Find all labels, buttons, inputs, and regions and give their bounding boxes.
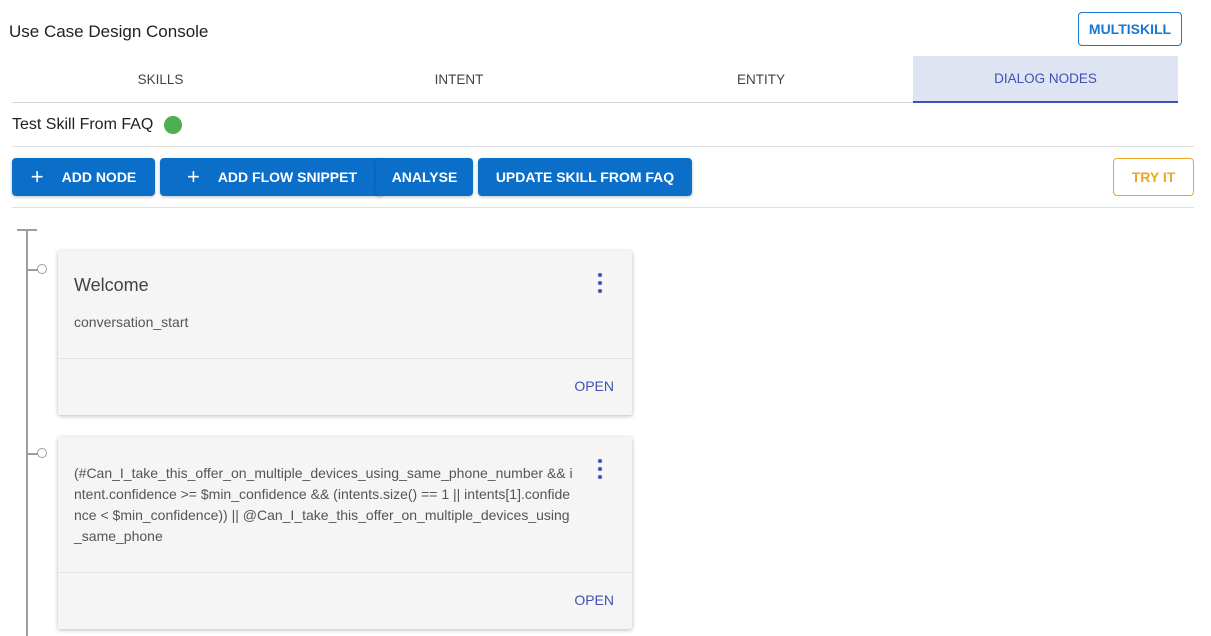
- page-title: Use Case Design Console: [9, 22, 209, 41]
- plus-icon: +: [30, 164, 44, 189]
- analyse-button[interactable]: ANALYSE: [376, 158, 473, 196]
- open-button[interactable]: OPEN: [574, 378, 614, 394]
- card-body: (#Can_I_take_this_offer_on_multiple_devi…: [58, 437, 632, 573]
- tab-entity[interactable]: ENTITY: [609, 56, 913, 103]
- multiskill-button[interactable]: MULTISKILL: [1078, 12, 1182, 46]
- card-body: Welcome conversation_start: [58, 251, 632, 359]
- update-skill-from-faq-button[interactable]: UPDATE SKILL FROM FAQ: [478, 158, 692, 196]
- status-dot-icon: [164, 116, 183, 134]
- node-condition: conversation_start: [74, 314, 189, 330]
- add-flow-snippet-button[interactable]: + ADD FLOW SNIPPET: [160, 158, 384, 196]
- tab-dialog-nodes[interactable]: DIALOG NODES: [913, 56, 1178, 103]
- more-options-icon[interactable]: [595, 459, 605, 479]
- tab-intent[interactable]: INTENT: [309, 56, 609, 103]
- add-node-label: ADD NODE: [61, 169, 137, 185]
- add-flow-snippet-label: ADD FLOW SNIPPET: [217, 169, 358, 185]
- node-condition: (#Can_I_take_this_offer_on_multiple_devi…: [74, 465, 573, 544]
- dialog-node-card[interactable]: Welcome conversation_start OPEN: [58, 251, 632, 415]
- dialog-node-card[interactable]: (#Can_I_take_this_offer_on_multiple_devi…: [58, 437, 632, 629]
- tab-skills[interactable]: SKILLS: [12, 56, 309, 103]
- card-footer: OPEN: [58, 359, 632, 415]
- open-button[interactable]: OPEN: [574, 592, 614, 608]
- try-it-button[interactable]: TRY IT: [1113, 158, 1194, 196]
- plus-icon: +: [186, 164, 200, 189]
- skill-header: Test Skill From FAQ: [12, 104, 1194, 147]
- tab-bar: SKILLS INTENT ENTITY DIALOG NODES: [12, 56, 1178, 103]
- toolbar: + ADD NODE + ADD FLOW SNIPPET ANALYSE UP…: [12, 148, 1194, 208]
- tree-node-icon: [37, 264, 47, 274]
- skill-name: Test Skill From FAQ: [12, 116, 154, 133]
- more-options-icon[interactable]: [595, 273, 605, 293]
- tree-node-icon: [37, 448, 47, 458]
- card-footer: OPEN: [58, 573, 632, 629]
- node-title: Welcome: [74, 275, 149, 295]
- tree-connector: [26, 229, 28, 636]
- add-node-button[interactable]: + ADD NODE: [12, 158, 155, 196]
